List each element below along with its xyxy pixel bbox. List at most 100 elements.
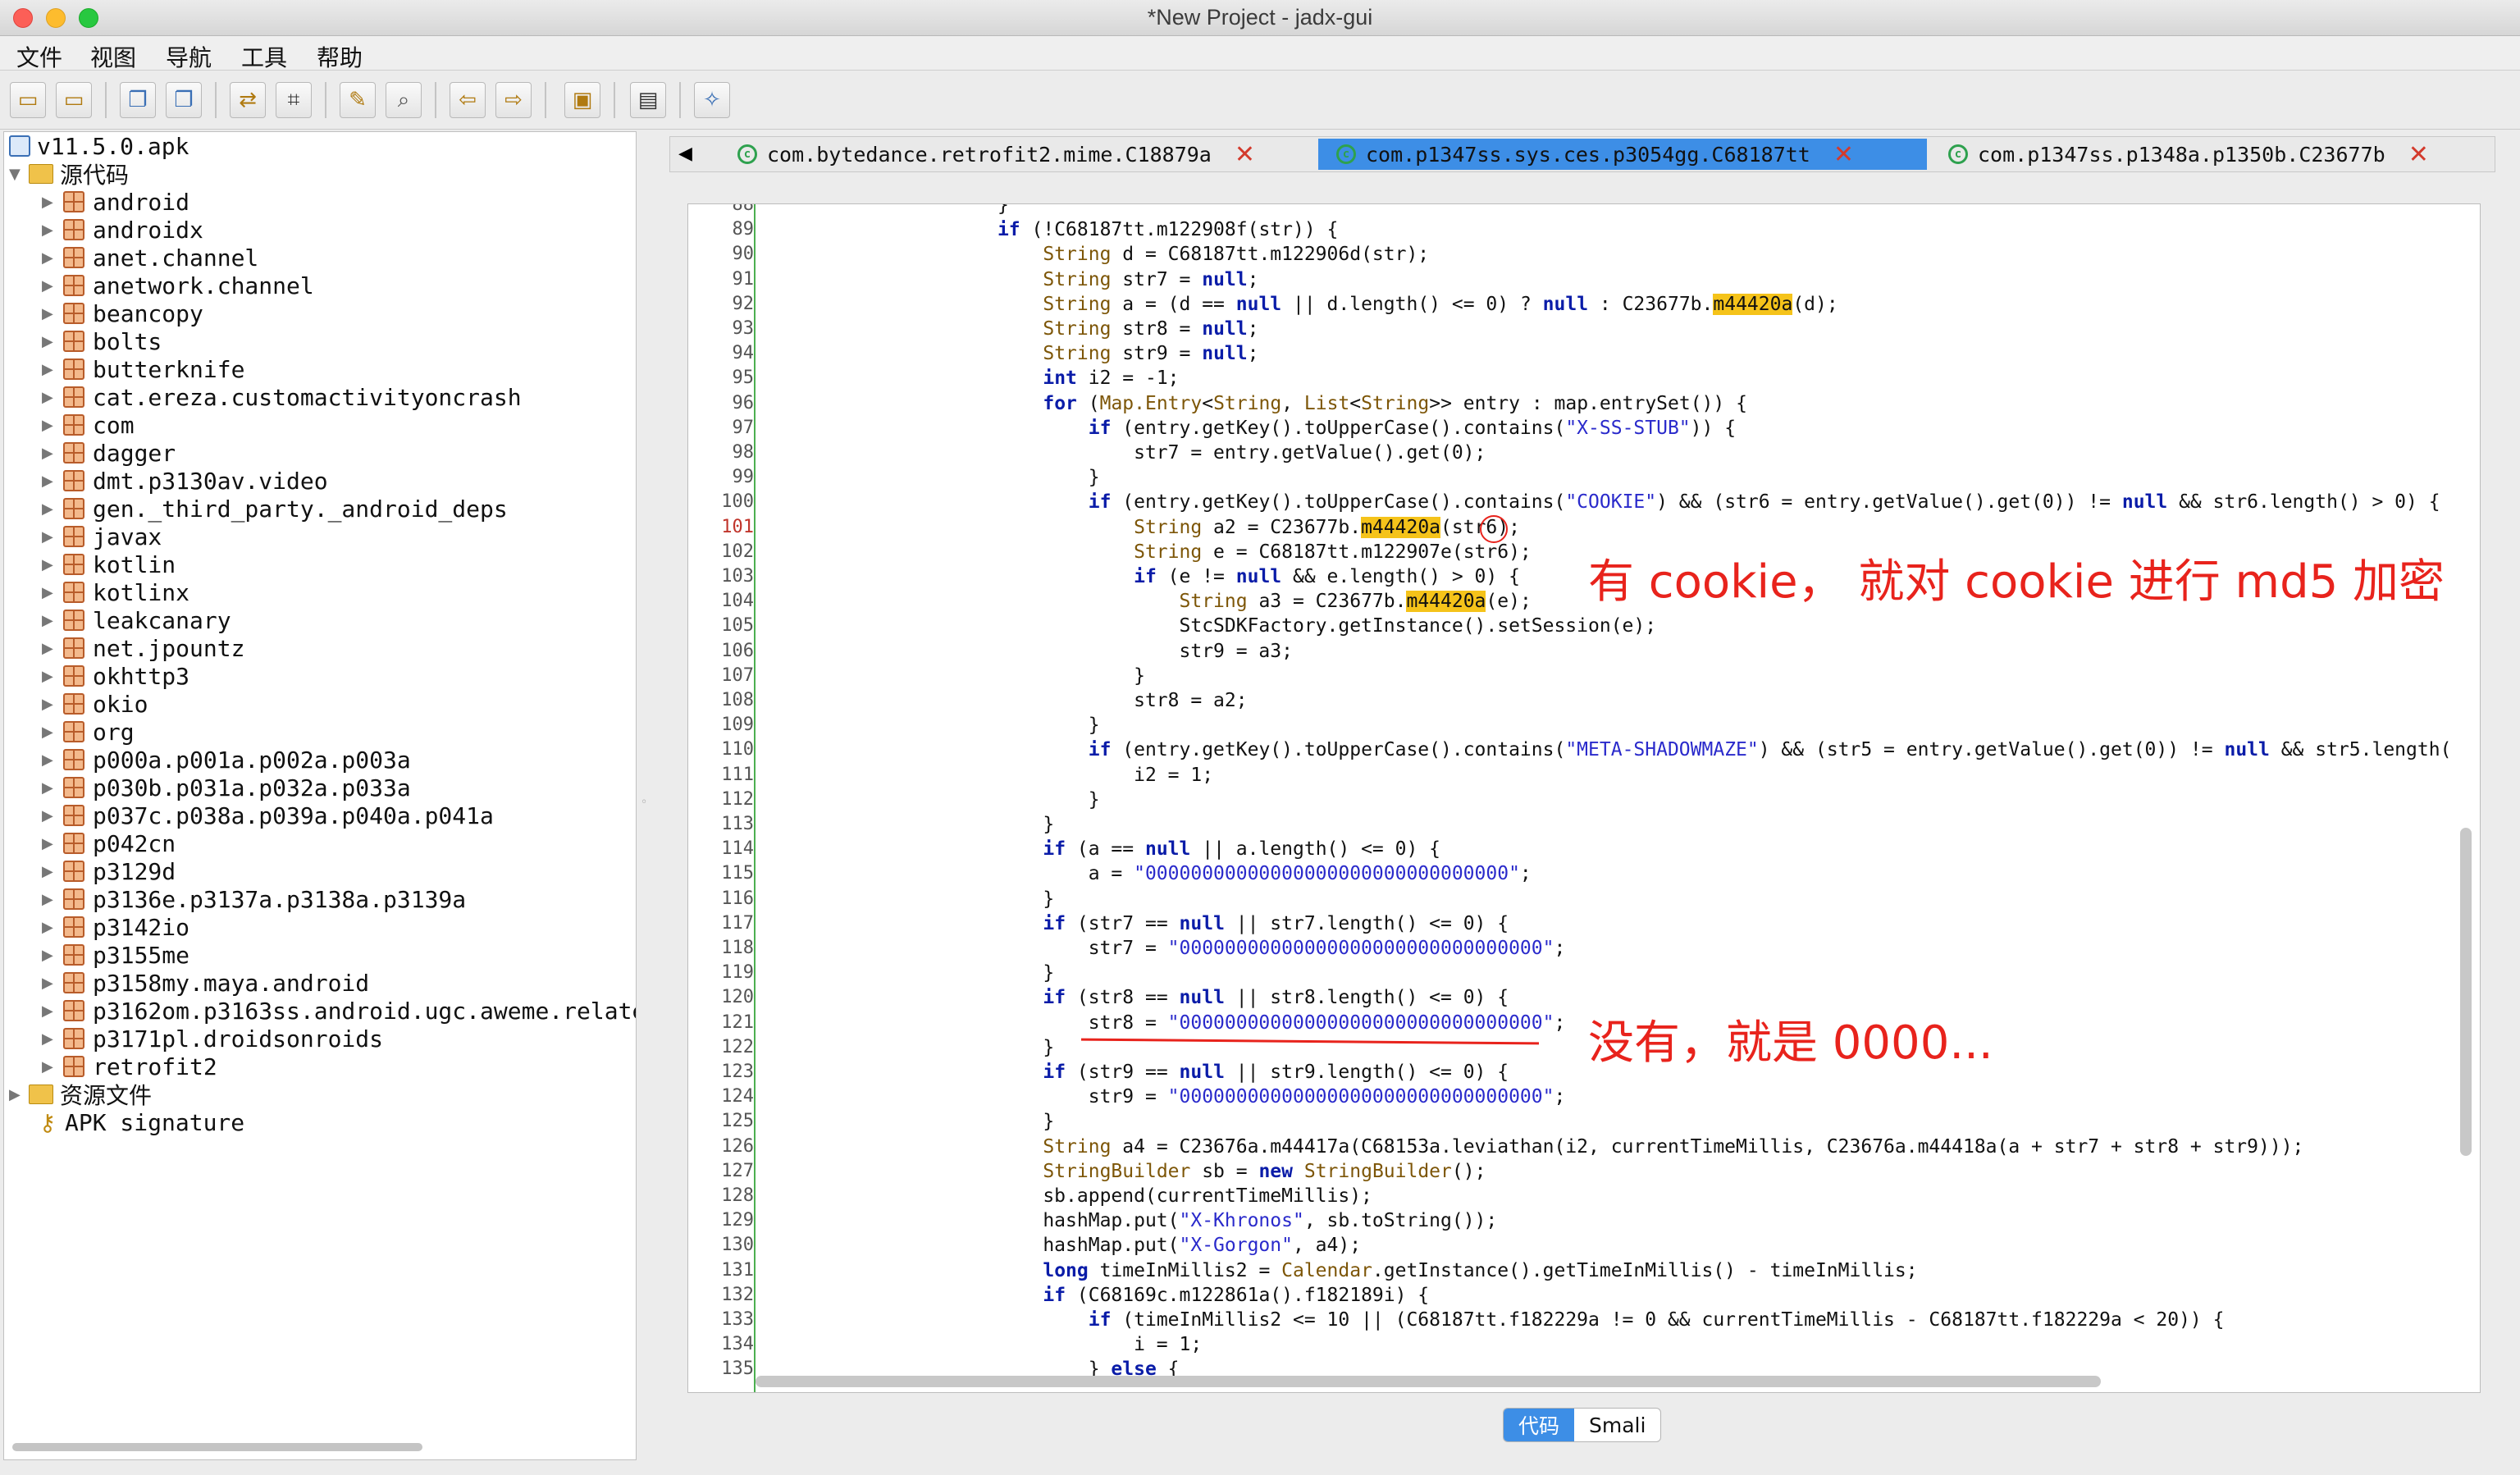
copy-icon[interactable]: ❐	[120, 82, 156, 118]
tree-item-package[interactable]: ▶ p3129d	[42, 857, 176, 885]
tree-item-package[interactable]: ▶ javax	[42, 523, 162, 550]
collapsed-arrow-icon[interactable]: ▶	[42, 947, 58, 964]
collapsed-arrow-icon[interactable]: ▶	[42, 194, 58, 211]
tree-item-package[interactable]: ▶ anet.channel	[42, 244, 258, 272]
tab-c23677b[interactable]: c com.p1347ss.p1348a.p1350b.C23677b ✕	[1930, 139, 2488, 170]
tree-item-package[interactable]: ▶ bolts	[42, 327, 162, 355]
collapsed-arrow-icon[interactable]: ▶	[42, 807, 58, 824]
collapsed-arrow-icon[interactable]: ▶	[42, 1030, 58, 1048]
collapsed-arrow-icon[interactable]: ▶	[42, 500, 58, 518]
tree-item-package[interactable]: ▶ dagger	[42, 439, 176, 467]
collapsed-arrow-icon[interactable]: ▶	[42, 333, 58, 350]
collapsed-arrow-icon[interactable]: ▶	[42, 696, 58, 713]
collapsed-arrow-icon[interactable]: ▶	[42, 305, 58, 322]
tree-item-package[interactable]: ▶ p030b.p031a.p032a.p033a	[42, 774, 411, 801]
sync-icon[interactable]: ⇄	[230, 82, 266, 118]
smali-view-button[interactable]: Smali	[1574, 1409, 1660, 1441]
tree-item-package[interactable]: ▶ cat.ereza.customactivityoncrash	[42, 383, 522, 411]
collapsed-arrow-icon[interactable]: ▶	[42, 361, 58, 378]
collapsed-arrow-icon[interactable]: ▶	[42, 612, 58, 629]
tab-c68187tt[interactable]: c com.p1347ss.sys.ces.p3054gg.C68187tt ✕	[1318, 139, 1927, 170]
tree-item-package[interactable]: ▶ p037c.p038a.p039a.p040a.p041a	[42, 801, 494, 829]
save-all-icon[interactable]: ❐	[166, 82, 202, 118]
tree-item-package[interactable]: ▶ gen._third_party._android_deps	[42, 495, 508, 523]
back-icon[interactable]: ⇦	[450, 82, 486, 118]
tree-item-package[interactable]: ▶ okio	[42, 690, 148, 718]
tree-item-package[interactable]: ▶ okhttp3	[42, 662, 189, 690]
tree-item-package[interactable]: ▶ dmt.p3130av.video	[42, 467, 328, 495]
tree-item-package[interactable]: ▶ p042cn	[42, 829, 176, 857]
close-icon[interactable]: ✕	[1235, 140, 1255, 169]
tree-item-package[interactable]: ▶ p3171pl.droidsonroids	[42, 1025, 383, 1053]
collapsed-arrow-icon[interactable]: ▶	[42, 1002, 58, 1020]
menu-navigate[interactable]: 导航	[166, 40, 212, 73]
tree-item-package[interactable]: ▶ kotlinx	[42, 578, 189, 606]
preferences-icon[interactable]: ✧	[694, 82, 730, 118]
tree-item-package[interactable]: ▶ butterknife	[42, 355, 244, 383]
code-vertical-scrollbar[interactable]	[2460, 828, 2472, 1156]
collapsed-arrow-icon[interactable]: ▶	[42, 863, 58, 880]
open-file-icon[interactable]: ▭	[10, 82, 46, 118]
menu-file[interactable]: 文件	[16, 40, 62, 73]
tree-item-package[interactable]: ▶ p000a.p001a.p002a.p003a	[42, 746, 411, 774]
tree-item-package[interactable]: ▶ com	[42, 411, 135, 439]
collapsed-arrow-icon[interactable]: ▶	[42, 417, 58, 434]
collapsed-arrow-icon[interactable]: ▶	[42, 779, 58, 797]
collapsed-arrow-icon[interactable]: ▶	[42, 751, 58, 769]
tree-item-package[interactable]: ▶ p3158my.maya.android	[42, 969, 369, 997]
search-icon[interactable]: ⌕	[386, 82, 422, 118]
tabs-scroll-left-icon[interactable]: ◀	[678, 144, 692, 164]
decompile-icon[interactable]: ✎	[340, 82, 376, 118]
menu-view[interactable]: 视图	[90, 40, 136, 73]
collapsed-arrow-icon[interactable]: ▶	[42, 975, 58, 992]
code-horizontal-scrollbar[interactable]	[756, 1376, 2101, 1387]
tree-item-package[interactable]: ▶ leakcanary	[42, 606, 231, 634]
code-editor[interactable]: 88 89 90 91 92 93 94 95 96 97 98 99 100 101 102 103 104 1…	[687, 203, 2481, 1393]
collapsed-arrow-icon[interactable]: ▶	[9, 1086, 25, 1103]
tree-item-package[interactable]: ▶ retrofit2	[42, 1053, 217, 1080]
tree-item-package[interactable]: ▶ net.jpountz	[42, 634, 244, 662]
tree-item-package[interactable]: ▶ beancopy	[42, 299, 203, 327]
collapsed-arrow-icon[interactable]: ▶	[42, 221, 58, 239]
tree-item-source[interactable]: ▼ 源代码	[9, 160, 129, 189]
tree-item-package[interactable]: ▶ p3136e.p3137a.p3138a.p3139a	[42, 885, 466, 913]
collapsed-arrow-icon[interactable]: ▶	[42, 528, 58, 546]
tree-item-package[interactable]: ▶ org	[42, 718, 135, 746]
code-view-button[interactable]: 代码	[1504, 1409, 1575, 1441]
collapsed-arrow-icon[interactable]: ▶	[42, 445, 58, 462]
collapsed-arrow-icon[interactable]: ▶	[42, 835, 58, 852]
collapsed-arrow-icon[interactable]: ▶	[42, 891, 58, 908]
quark-icon[interactable]: ▤	[630, 82, 666, 118]
collapsed-arrow-icon[interactable]: ▶	[42, 724, 58, 741]
tree-item-package[interactable]: ▶ p3162om.p3163ss.android.ugc.aweme.relat…	[42, 997, 636, 1025]
tree-item-package[interactable]: ▶ p3142io	[42, 913, 189, 941]
collapsed-arrow-icon[interactable]: ▶	[42, 1058, 58, 1075]
add-file-icon[interactable]: ▭	[56, 82, 92, 118]
collapsed-arrow-icon[interactable]: ▶	[42, 277, 58, 295]
tree-item-package[interactable]: ▶ kotlin	[42, 550, 176, 578]
collapsed-arrow-icon[interactable]: ▶	[42, 919, 58, 936]
tree-item-package[interactable]: ▶ androidx	[42, 216, 203, 244]
tree-item-signature[interactable]: ⚷ APK signature	[35, 1108, 244, 1136]
collapsed-arrow-icon[interactable]: ▶	[42, 389, 58, 406]
project-tree[interactable]: v11.5.0.apk ▼ 源代码 ▶ android ▶ androidx ▶ anet…	[3, 131, 637, 1460]
flatten-icon[interactable]: ⌗	[276, 82, 312, 118]
collapsed-arrow-icon[interactable]: ▶	[42, 584, 58, 601]
collapsed-arrow-icon[interactable]: ▶	[42, 249, 58, 267]
tree-item-resources[interactable]: ▶ 资源文件	[9, 1080, 152, 1109]
tree-root[interactable]: v11.5.0.apk	[9, 132, 189, 160]
panel-splitter[interactable]: ◦	[638, 131, 650, 1460]
close-icon[interactable]: ✕	[2408, 140, 2429, 169]
collapsed-arrow-icon[interactable]: ▶	[42, 556, 58, 573]
log-icon[interactable]: ▣	[564, 82, 600, 118]
tree-item-package[interactable]: ▶ anetwork.channel	[42, 272, 314, 299]
close-icon[interactable]: ✕	[1833, 140, 1854, 169]
collapsed-arrow-icon[interactable]: ▶	[42, 668, 58, 685]
tree-item-package[interactable]: ▶ p3155me	[42, 941, 189, 969]
tree-item-package[interactable]: ▶ android	[42, 188, 189, 216]
collapsed-arrow-icon[interactable]: ▶	[42, 640, 58, 657]
collapsed-arrow-icon[interactable]: ▶	[42, 473, 58, 490]
expanded-arrow-icon[interactable]: ▼	[9, 166, 25, 183]
tree-horizontal-scrollbar[interactable]	[12, 1443, 422, 1451]
forward-icon[interactable]: ⇨	[495, 82, 532, 118]
